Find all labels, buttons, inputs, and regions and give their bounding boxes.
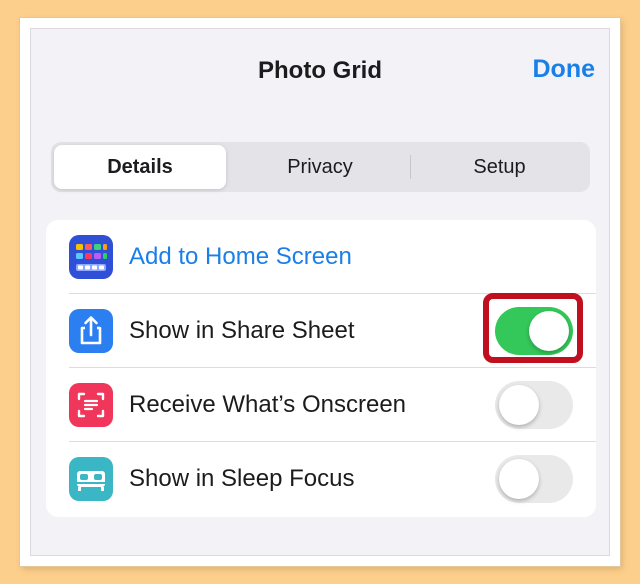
tab-privacy[interactable]: Privacy — [231, 145, 409, 189]
show-in-sleep-focus-row: Show in Sleep Focus — [46, 442, 596, 516]
share-icon — [69, 309, 113, 353]
page-title: Photo Grid — [258, 57, 382, 84]
show-in-share-sheet-label: Show in Share Sheet — [129, 317, 355, 344]
done-button[interactable]: Done — [533, 55, 596, 84]
receive-whats-onscreen-row: Receive What’s Onscreen — [46, 368, 596, 442]
screen-text-icon — [69, 383, 113, 427]
toggle-knob — [529, 311, 569, 351]
options-list: Add to Home Screen Show in Share Sheet R… — [46, 220, 596, 517]
shortcut-details-sheet: Photo Grid Done Details Privacy Setup Ad… — [30, 28, 610, 556]
show-in-sleep-focus-label: Show in Sleep Focus — [129, 465, 355, 492]
segmented-control: Details Privacy Setup — [51, 142, 590, 192]
add-to-home-screen-row[interactable]: Add to Home Screen — [46, 220, 596, 294]
toggle-knob — [499, 385, 539, 425]
toggle-knob — [499, 459, 539, 499]
tab-details[interactable]: Details — [54, 145, 226, 189]
screenshot-card: Photo Grid Done Details Privacy Setup Ad… — [20, 18, 620, 566]
show-in-share-sheet-row: Show in Share Sheet — [46, 294, 596, 368]
segment-divider — [410, 155, 411, 179]
add-to-home-screen-label: Add to Home Screen — [129, 243, 352, 270]
sleep-focus-toggle[interactable] — [495, 455, 573, 503]
receive-whats-onscreen-label: Receive What’s Onscreen — [129, 391, 407, 418]
share-sheet-toggle[interactable] — [495, 307, 573, 355]
receive-onscreen-toggle[interactable] — [495, 381, 573, 429]
home-screen-grid-icon — [69, 235, 113, 279]
tab-setup[interactable]: Setup — [412, 145, 587, 189]
bed-icon — [69, 457, 113, 501]
